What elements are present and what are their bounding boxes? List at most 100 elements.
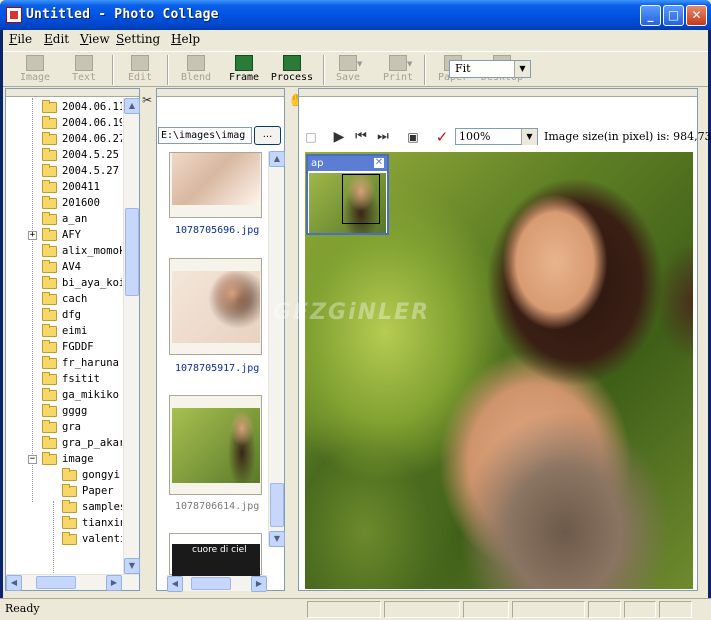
close-button[interactable]: ✕ bbox=[686, 5, 707, 26]
browse-button[interactable]: ... bbox=[254, 126, 281, 145]
scroll-thumb[interactable] bbox=[270, 483, 284, 527]
tree-item-2004-06-19[interactable]: 2004.06.19 bbox=[6, 115, 122, 131]
apply-check-icon[interactable]: ✓ bbox=[433, 128, 451, 146]
tree-item-image[interactable]: − image bbox=[6, 451, 122, 467]
maximize-button[interactable]: □ bbox=[663, 5, 684, 26]
viewport-rectangle[interactable] bbox=[342, 174, 380, 224]
folder-icon bbox=[42, 404, 57, 417]
scroll-up-icon[interactable]: ▲ bbox=[124, 98, 140, 114]
next-icon[interactable]: ⏭ bbox=[374, 128, 392, 146]
menu-setting[interactable]: Setting bbox=[116, 32, 160, 46]
expand-icon[interactable]: + bbox=[28, 231, 37, 240]
tree-item-gra-p-akar[interactable]: gra_p_akar bbox=[6, 435, 122, 451]
image-button[interactable]: Image bbox=[12, 54, 58, 86]
tree-item-fr-haruna[interactable]: fr_haruna bbox=[6, 355, 122, 371]
menu-file[interactable]: File bbox=[9, 32, 32, 46]
scroll-thumb[interactable] bbox=[36, 576, 76, 589]
tree-item-gongyi[interactable]: gongyi bbox=[6, 467, 122, 483]
tree-item-samples[interactable]: samples bbox=[6, 499, 122, 515]
frame-button[interactable]: Frame bbox=[221, 54, 267, 86]
menu-view[interactable]: View bbox=[80, 32, 110, 46]
scroll-thumb[interactable] bbox=[191, 577, 231, 590]
tree-item-paper[interactable]: Paper bbox=[6, 483, 122, 499]
play-icon[interactable]: ▶ bbox=[330, 128, 348, 146]
tree-item-valenti[interactable]: valenti bbox=[6, 531, 122, 547]
thumbnail-caption[interactable]: 1078705696.jpg bbox=[175, 225, 259, 236]
process-button[interactable]: Process bbox=[269, 54, 315, 86]
status-pane bbox=[659, 601, 692, 618]
scroll-thumb[interactable] bbox=[125, 208, 139, 296]
tree-item-label: samples bbox=[82, 501, 122, 513]
tree-item-label: AFY bbox=[62, 229, 81, 241]
window-icon[interactable]: □ bbox=[302, 128, 320, 146]
blend-button[interactable]: Blend bbox=[173, 54, 219, 86]
folder-icon bbox=[62, 532, 77, 545]
app-icon[interactable] bbox=[6, 7, 22, 23]
print-dropdown-icon[interactable]: ▼ bbox=[407, 60, 412, 68]
tree-item-fsitit[interactable]: fsitit bbox=[6, 371, 122, 387]
tree-item-2004-06-27[interactable]: 2004.06.27 bbox=[6, 131, 122, 147]
print-button[interactable]: Print bbox=[375, 54, 421, 86]
menu-edit[interactable]: Edit bbox=[44, 32, 69, 46]
main-toolbar: Image Text Edit Blend Frame Process Save… bbox=[3, 51, 708, 87]
thumbnail-caption[interactable]: 1078705917.jpg bbox=[175, 363, 259, 374]
tree-item-a-an[interactable]: a_an bbox=[6, 211, 122, 227]
title-bar[interactable]: Untitled - Photo Collage _ □ ✕ bbox=[0, 0, 711, 30]
zoom-select[interactable]: 100% ▼ bbox=[455, 128, 538, 145]
save-button[interactable]: Save bbox=[325, 54, 371, 86]
menu-help[interactable]: Help bbox=[171, 32, 200, 46]
tree-item-tianxin[interactable]: tianxin bbox=[6, 515, 122, 531]
tree-item-alix-momok[interactable]: alix_momok bbox=[6, 243, 122, 259]
tree-item-eimi[interactable]: eimi bbox=[6, 323, 122, 339]
tree-item-201600[interactable]: 201600 bbox=[6, 195, 122, 211]
fit-window-icon[interactable]: ▣ bbox=[404, 128, 422, 146]
cut-icon[interactable]: ✂ bbox=[138, 91, 156, 109]
tree-item-bi-aya-koi[interactable]: bi_aya_koi bbox=[6, 275, 122, 291]
scroll-down-icon[interactable]: ▼ bbox=[124, 558, 140, 574]
minimize-button[interactable]: _ bbox=[640, 5, 661, 26]
thumbnail-card[interactable] bbox=[169, 395, 262, 495]
fit-select[interactable]: Fit ▼ bbox=[449, 60, 531, 78]
scroll-left-icon[interactable]: ◀ bbox=[167, 576, 183, 592]
tree-item-av4[interactable]: AV4 bbox=[6, 259, 122, 275]
thumb-horizontal-scrollbar[interactable]: ◀ ▶ bbox=[167, 575, 267, 592]
folder-icon bbox=[62, 500, 77, 513]
tree-vertical-scrollbar[interactable]: ▲ ▼ bbox=[123, 98, 140, 574]
folder-path-field[interactable]: E:\images\imag bbox=[158, 127, 252, 144]
tree-item-gra[interactable]: gra bbox=[6, 419, 122, 435]
thumbnail-card[interactable]: cuore di ciel bbox=[169, 533, 262, 576]
folder-icon bbox=[42, 196, 57, 209]
tree-item-label: dfg bbox=[62, 309, 81, 321]
tree-item-ga-mikiko[interactable]: ga_mikiko bbox=[6, 387, 122, 403]
text-button[interactable]: Text bbox=[61, 54, 107, 86]
thumbnail-card[interactable] bbox=[169, 258, 262, 355]
scroll-down-icon[interactable]: ▼ bbox=[269, 531, 285, 547]
zoom-dropdown-icon[interactable]: ▼ bbox=[521, 129, 537, 145]
save-dropdown-icon[interactable]: ▼ bbox=[357, 60, 362, 68]
close-icon[interactable]: ✕ bbox=[373, 157, 385, 169]
tree-item-2004-06-11[interactable]: 2004.06.11 bbox=[6, 99, 122, 115]
thumb-vertical-scrollbar[interactable]: ▲ ▼ bbox=[268, 151, 285, 547]
folder-icon bbox=[42, 244, 57, 257]
tree-item-2004-5-25[interactable]: 2004.5.25 bbox=[6, 147, 122, 163]
thumbnail-caption[interactable]: 1078706614.jpg bbox=[175, 501, 259, 512]
previous-icon[interactable]: ⏮ bbox=[352, 128, 370, 146]
tree-item-fgddf[interactable]: FGDDF bbox=[6, 339, 122, 355]
scroll-right-icon[interactable]: ▶ bbox=[251, 576, 267, 592]
thumbnail-card[interactable] bbox=[169, 152, 262, 218]
tree-horizontal-scrollbar[interactable]: ◀ ▶ bbox=[6, 574, 139, 591]
tree-item-200411[interactable]: 200411 bbox=[6, 179, 122, 195]
scroll-left-icon[interactable]: ◀ bbox=[6, 575, 22, 591]
scroll-up-icon[interactable]: ▲ bbox=[269, 151, 285, 167]
edit-button[interactable]: Edit bbox=[117, 54, 163, 86]
overview-window[interactable]: ap ✕ bbox=[306, 154, 389, 235]
tree-item-afy[interactable]: + AFY bbox=[6, 227, 122, 243]
scroll-right-icon[interactable]: ▶ bbox=[106, 575, 122, 591]
tree-item-dfg[interactable]: dfg bbox=[6, 307, 122, 323]
print-icon bbox=[389, 55, 407, 71]
tree-item-cach[interactable]: cach bbox=[6, 291, 122, 307]
fit-dropdown-icon[interactable]: ▼ bbox=[514, 61, 530, 77]
collapse-icon[interactable]: − bbox=[28, 455, 37, 464]
tree-item-gggg[interactable]: gggg bbox=[6, 403, 122, 419]
tree-item-2004-5-27[interactable]: 2004.5.27 bbox=[6, 163, 122, 179]
